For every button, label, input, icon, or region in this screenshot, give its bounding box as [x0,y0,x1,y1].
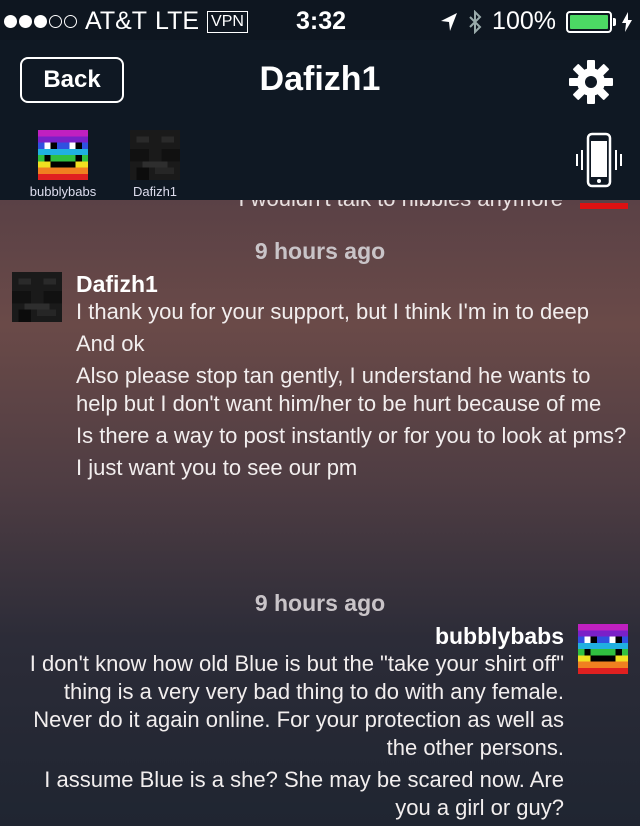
previous-message-clipped: I wouldn't talk to nibbles anymore [0,200,563,212]
status-left: AT&T LTE VPN [4,7,248,36]
carrier-label: AT&T [85,7,148,35]
nav-bar: Back Dafizh1 bubblybabs Dafizh1 [0,40,640,200]
chat-scroll-area[interactable]: I wouldn't talk to nibbles anymore 9 hou… [0,200,640,826]
sender-name: bubblybabs [434,623,564,649]
message-line: I don't know how old Blue is but the "ta… [29,651,564,760]
participant-name: bubblybabs [29,184,97,199]
dark-pixel-avatar-icon [130,130,180,180]
message-line: Also please stop tan gently, I understan… [76,363,602,416]
message-timestamp: 9 hours ago [254,238,386,264]
participant-name: Dafizh1 [132,184,178,199]
message-line: I assume Blue is a she? She may be scare… [44,767,564,820]
battery-percent: 100% [492,7,556,35]
location-arrow-icon [441,12,458,31]
status-bar: AT&T LTE VPN 3:32 100% [0,0,640,40]
vpn-badge: VPN [207,10,248,33]
status-time: 3:32 [296,7,347,35]
message-line: I thank you for your support, but I thin… [76,299,589,324]
sender-name: Dafizh1 [76,271,158,297]
message-line: I just want you to see our pm [76,455,358,480]
participant-dafizh1[interactable]: Dafizh1 [110,130,200,199]
unread-indicator [580,203,628,209]
message-group-dafizh1: Dafizh1 I thank you for your support, bu… [76,270,636,486]
status-right: 100% [440,7,632,36]
message-line: And ok [76,331,145,356]
message-timestamp: 9 hours ago [254,590,386,616]
participant-bubblybabs[interactable]: bubblybabs [18,130,108,199]
message-line: Is there a way to post instantly or for … [76,423,627,448]
phone-vibrate-icon[interactable] [574,132,622,192]
bluetooth-icon [469,9,482,34]
rainbow-pixel-avatar-icon[interactable] [578,624,628,674]
dark-pixel-avatar-icon[interactable] [12,272,62,322]
conversation-title: Dafizh1 [259,60,381,98]
settings-gear-icon[interactable] [566,57,616,107]
message-group-bubblybabs: bubblybabs I don't know how old Blue is … [4,622,564,822]
battery-icon [566,10,616,33]
network-label: LTE [155,7,200,35]
rainbow-pixel-avatar-icon [38,130,88,180]
signal-strength-icon [4,15,77,28]
charging-bolt-icon [622,11,632,32]
